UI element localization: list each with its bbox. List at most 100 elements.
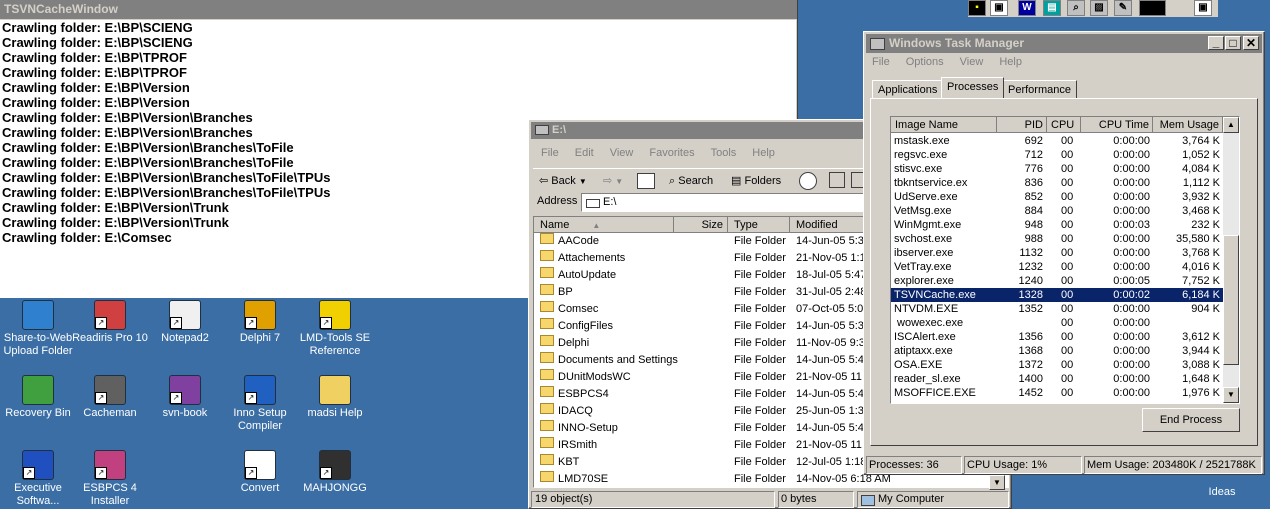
desktop-icon-5[interactable]: Recovery Bin xyxy=(0,375,76,420)
maximize-button[interactable]: □ xyxy=(1225,36,1241,50)
explorer-status-bar: 19 object(s) 0 bytes My Computer xyxy=(531,490,1009,508)
menu-item-file[interactable]: File xyxy=(872,56,890,68)
status-processes: Processes: 36 xyxy=(866,456,962,474)
table-row[interactable]: MSOFFICE.EXE 1452 00 0:00:00 1,976 K xyxy=(891,386,1223,400)
desktop-icon-label: madsi Help xyxy=(307,407,363,419)
process-cpu-time: 0:00:00 xyxy=(1113,331,1150,343)
desktop-icon-3[interactable]: ↗ Delphi 7 xyxy=(222,300,298,345)
up-folder-button[interactable] xyxy=(637,173,655,189)
table-row[interactable]: svchost.exe 988 00 0:00:00 35,580 K xyxy=(891,232,1223,246)
col-type[interactable]: Type xyxy=(728,217,790,233)
image-icon[interactable]: ▤ xyxy=(1043,0,1061,16)
edit-icon[interactable]: ✎ xyxy=(1114,0,1132,16)
folder-icon xyxy=(540,454,554,465)
w-icon[interactable]: ▪ xyxy=(968,0,986,16)
table-row[interactable]: OSA.EXE 1372 00 0:00:00 3,088 K xyxy=(891,358,1223,372)
table-row[interactable]: explorer.exe 1240 00 0:00:05 7,752 K xyxy=(891,274,1223,288)
table-row[interactable]: atiptaxx.exe 1368 00 0:00:00 3,944 K xyxy=(891,344,1223,358)
close-button[interactable]: ✕ xyxy=(1243,36,1259,50)
table-row[interactable]: reader_sl.exe 1400 00 0:00:00 1,648 K xyxy=(891,372,1223,386)
search-button[interactable]: ⌕ Search xyxy=(669,171,713,191)
col-size[interactable]: Size xyxy=(674,217,728,233)
h-scrollbar-arrow[interactable]: ▼ xyxy=(989,475,1005,490)
file-modified: 07-Oct-05 5:0 xyxy=(796,303,864,315)
table-row[interactable]: TSVNCache.exe 1328 00 0:00:02 6,184 K xyxy=(891,288,1223,302)
process-cpu-time: 0:00:00 xyxy=(1113,317,1150,329)
menu-item-tools[interactable]: Tools xyxy=(711,147,737,159)
menu-item-edit[interactable]: Edit xyxy=(575,147,594,159)
menu-item-view[interactable]: View xyxy=(610,147,634,159)
minimize-button[interactable]: _ xyxy=(1208,36,1224,50)
desktop-icon-9[interactable]: madsi Help xyxy=(297,375,373,420)
scroll-thumb[interactable] xyxy=(1223,235,1239,365)
col-image-name[interactable]: Image Name xyxy=(891,117,997,133)
desktop-icon-7[interactable]: ↗ svn-book xyxy=(147,375,223,420)
col-cpu[interactable]: CPU xyxy=(1047,117,1081,133)
table-row[interactable]: ISCAlert.exe 1356 00 0:00:00 3,612 K xyxy=(891,330,1223,344)
tsvn-title-bar[interactable]: TSVNCacheWindow xyxy=(0,0,797,19)
desktop-icon-10[interactable]: ↗ Executive Softwa... xyxy=(0,450,76,508)
back-button[interactable]: ⇦ Back ▼ xyxy=(539,171,587,191)
file-modified: 21-Nov-05 1:1 xyxy=(796,252,866,264)
hp-upload-icon xyxy=(22,300,54,330)
process-cpu-time: 0:00:00 xyxy=(1113,177,1150,189)
desktop-icon-8[interactable]: ↗ Inno Setup Compiler xyxy=(222,375,298,433)
col-mem-usage[interactable]: Mem Usage xyxy=(1153,117,1223,133)
menu-item-view[interactable]: View xyxy=(960,56,984,68)
window-icon[interactable]: ▣ xyxy=(1194,0,1212,16)
table-row[interactable]: ibserver.exe 1132 00 0:00:00 3,768 K xyxy=(891,246,1223,260)
col-cpu-time[interactable]: CPU Time xyxy=(1081,117,1153,133)
desktop-icon-1[interactable]: ↗ Readiris Pro 10 xyxy=(72,300,148,345)
move-to-icon[interactable] xyxy=(829,172,845,188)
menu-item-file[interactable]: File xyxy=(541,147,559,159)
col-pid[interactable]: PID xyxy=(997,117,1047,133)
table-row[interactable]: VetMsg.exe 884 00 0:00:00 3,468 K xyxy=(891,204,1223,218)
table-row[interactable]: VetTray.exe 1232 00 0:00:00 4,016 K xyxy=(891,260,1223,274)
scroll-down-arrow[interactable]: ▼ xyxy=(1223,387,1239,403)
taskman-title-bar[interactable]: Windows Task Manager _ □ ✕ xyxy=(866,34,1262,53)
menu-item-help[interactable]: Help xyxy=(752,147,775,159)
table-row[interactable]: UdServe.exe 852 00 0:00:00 3,932 K xyxy=(891,190,1223,204)
folders-label: Folders xyxy=(744,175,782,187)
desktop-icon-13[interactable]: ↗ MAHJONGG xyxy=(297,450,373,495)
table-row[interactable]: mstask.exe 692 00 0:00:00 3,764 K xyxy=(891,134,1223,148)
table-row[interactable]: stisvc.exe 776 00 0:00:00 4,084 K xyxy=(891,162,1223,176)
tab-processes[interactable]: Processes xyxy=(941,77,1005,98)
desktop-icon-12[interactable]: ↗ Convert xyxy=(222,450,298,495)
desktop-icon-4[interactable]: ↗ LMD-Tools SE Reference xyxy=(297,300,373,358)
file-type: File Folder xyxy=(734,371,786,383)
table-row[interactable]: tbkntservice.ex 836 00 0:00:00 1,112 K xyxy=(891,176,1223,190)
quick-launch-toolbar: ▪ ▣ W ▤ ⌕ ▨ ✎ ▣ xyxy=(968,0,1218,17)
desktop-icon-0[interactable]: Share-to-Web Upload Folder xyxy=(0,300,76,358)
file-type: File Folder xyxy=(734,286,786,298)
camera-icon[interactable]: ▨ xyxy=(1090,0,1108,16)
tab-performance[interactable]: Performance xyxy=(1002,80,1077,98)
table-row[interactable]: WinMgmt.exe 948 00 0:00:03 232 K xyxy=(891,218,1223,232)
tab-applications[interactable]: Applications xyxy=(872,80,944,98)
black-icon[interactable] xyxy=(1139,0,1166,16)
menu-item-favorites[interactable]: Favorites xyxy=(649,147,694,159)
table-row[interactable]: NTVDM.EXE 1352 00 0:00:00 904 K xyxy=(891,302,1223,316)
search-icon[interactable]: ⌕ xyxy=(1067,0,1085,16)
table-row[interactable]: wowexec.exe 00 0:00:00 xyxy=(891,316,1223,330)
col-name[interactable]: Name ▲ xyxy=(534,217,674,233)
mahjongg-icon: ↗ xyxy=(319,450,351,480)
history-icon[interactable] xyxy=(799,172,817,190)
table-row[interactable]: regsvc.exe 712 00 0:00:00 1,052 K xyxy=(891,148,1223,162)
menu-item-options[interactable]: Options xyxy=(906,56,944,68)
word-icon[interactable]: W xyxy=(1018,0,1036,16)
desktop-icon-6[interactable]: ↗ Cacheman xyxy=(72,375,148,420)
scroll-up-arrow[interactable]: ▲ xyxy=(1223,117,1239,133)
folder-icon xyxy=(540,369,554,380)
folders-button[interactable]: ▤ Folders xyxy=(731,171,781,191)
desktop-icon-ideas[interactable]: Ideas xyxy=(1197,486,1247,499)
process-scrollbar[interactable]: ▲ ▼ xyxy=(1223,117,1239,403)
file-modified: 14-Jun-05 5:4 xyxy=(796,354,864,366)
end-process-button[interactable]: End Process xyxy=(1142,408,1240,432)
status-objects: 19 object(s) xyxy=(531,491,775,508)
desktop-icon-11[interactable]: ↗ ESBPCS 4 Installer xyxy=(72,450,148,508)
x-icon[interactable]: ▣ xyxy=(990,0,1008,16)
forward-button[interactable]: ⇨ ▼ xyxy=(603,171,623,191)
menu-item-help[interactable]: Help xyxy=(999,56,1022,68)
desktop-icon-2[interactable]: ↗ Notepad2 xyxy=(147,300,223,345)
